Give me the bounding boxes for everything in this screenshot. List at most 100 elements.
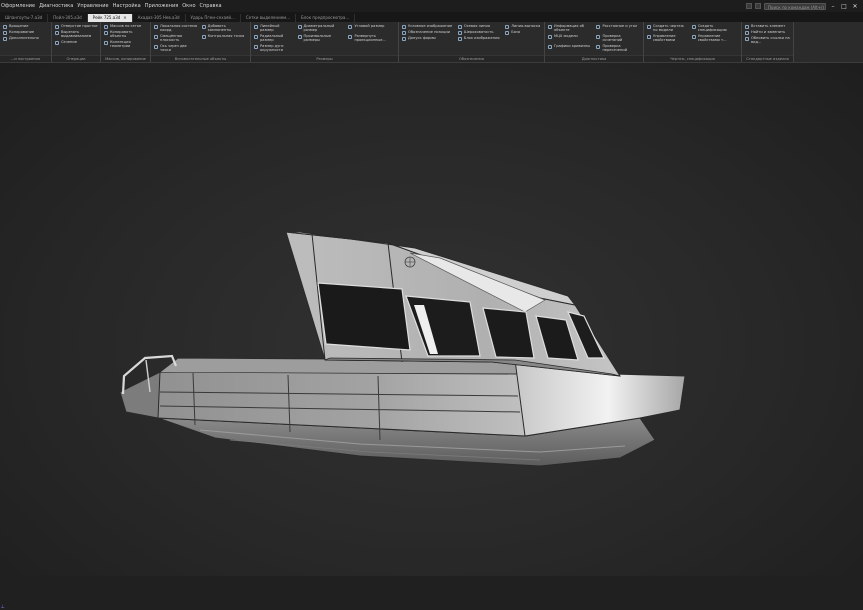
arc-icon — [254, 44, 258, 49]
rotation-button[interactable]: Вращение — [3, 24, 49, 29]
ribbon-group-standard-parts: Вставить элемент Найти и заменить Обнови… — [742, 22, 794, 62]
geometry-collection-button[interactable]: Коллекция геометрии — [104, 40, 148, 49]
more-icon — [3, 37, 7, 41]
diameter-dimension-button[interactable]: Диаметральный размер — [297, 24, 345, 33]
tab-document-1[interactable]: Шпангоуты-7.a3d — [0, 14, 49, 22]
menu-item-window[interactable]: Окно — [182, 3, 195, 9]
menu-item-applications[interactable]: Приложения — [145, 3, 179, 9]
ribbon-group-auxiliary: Локальная система коорд. Добавить компон… — [151, 22, 251, 62]
linear-dimension-icon — [254, 25, 258, 29]
boat-model[interactable] — [0, 63, 863, 576]
conditional-image-button[interactable]: Условное изображение — [402, 24, 454, 29]
create-drawing-button[interactable]: Создать чертеж по модели — [647, 24, 688, 33]
leader-icon — [505, 25, 510, 29]
close-tab-icon[interactable]: ✕ — [123, 14, 126, 22]
3d-viewport[interactable]: ⟂ — [0, 63, 863, 610]
check-intersections-button[interactable]: Проверка пересечений — [596, 44, 641, 53]
copy-button[interactable]: Копирование — [3, 30, 49, 35]
angular-dimension-button[interactable]: Угловой размер — [348, 24, 396, 33]
create-specification-button[interactable]: Создать спецификацию — [691, 24, 739, 33]
cabin-window — [317, 282, 411, 351]
check-joints-button[interactable]: Проверка сочетаний — [596, 34, 641, 43]
rotation-icon — [3, 25, 7, 29]
ribbon-group-drawing: Создать чертеж по модели Создать специфи… — [644, 22, 742, 62]
menu-item-diagnostics[interactable]: Диагностика — [39, 3, 73, 9]
form-tolerance-button[interactable]: Допуск формы — [402, 36, 454, 41]
roughness-button[interactable]: Шероховатость — [457, 30, 501, 35]
mass-properties-button[interactable]: МЦХ модели — [548, 34, 592, 43]
projection-dimensions-button[interactable]: Развернуть проекционные... — [348, 34, 396, 43]
center-line-button[interactable]: Осевая линия — [457, 24, 501, 29]
thread-icon — [402, 25, 406, 29]
axis-icon — [154, 44, 158, 49]
control-point-button[interactable]: Контрольная точка — [201, 34, 248, 43]
manage-properties-button[interactable]: Управление свойствами — [647, 34, 688, 43]
diameter-icon — [297, 25, 302, 29]
find-icon — [745, 31, 749, 35]
grid-icon — [104, 25, 108, 29]
menu-item-settings[interactable]: Настройка — [113, 3, 141, 9]
tab-document-2[interactable]: Пойл-305.a3d — [48, 14, 88, 22]
datum-button[interactable]: База — [505, 30, 542, 35]
info-icon — [548, 25, 552, 29]
maximize-icon[interactable]: □ — [840, 3, 848, 10]
add-components-button[interactable]: Добавить компоненты — [201, 24, 248, 33]
leader-line-button[interactable]: Линия-выноска — [505, 24, 542, 29]
command-search-input[interactable]: Поиск по командам (Alt+/) — [764, 2, 826, 10]
simple-hole-button[interactable]: Отверстие простое — [55, 24, 98, 29]
linear-dimension-button[interactable]: Линейный размер — [254, 24, 294, 33]
tab-document-active[interactable]: Рейк 725.a3d ✕ — [87, 14, 133, 22]
axis-two-points-button[interactable]: Ось через две точки — [154, 44, 198, 53]
tolerance-icon — [402, 37, 406, 41]
image-block-button[interactable]: Блок изображения — [457, 36, 501, 41]
check-icon — [596, 34, 601, 39]
curvature-graphs-button[interactable]: Графики кривизны — [548, 44, 592, 53]
object-info-button[interactable]: Информация об объекте — [548, 24, 592, 33]
ribbon-group-label: Вспомогательные объекты — [151, 55, 250, 62]
properties-icon — [691, 34, 696, 39]
distance-angle-button[interactable]: Расстояние и угол — [596, 24, 641, 33]
roughness-icon — [457, 31, 462, 35]
radial-dimension-button[interactable]: Радиальный размер — [254, 34, 294, 43]
tab-document-4[interactable]: Ахадаз-305 Нев.a3d — [133, 14, 186, 22]
copy-objects-button[interactable]: Копировать объекты — [104, 30, 148, 39]
curvature-icon — [548, 44, 552, 49]
ribbon-group-operations: Отверстие простое Вырезать выдавливанием… — [52, 22, 101, 62]
properties-icon — [647, 34, 651, 39]
panel-toggle-icon[interactable] — [746, 3, 752, 9]
tab-document-6[interactable]: Сетки выделением... — [241, 14, 296, 22]
insert-element-button[interactable]: Вставить элемент — [745, 24, 791, 29]
tab-document-5[interactable]: Ударь Пгмн-сехаяй... — [186, 14, 241, 22]
point-icon — [201, 34, 206, 39]
add-icon — [201, 25, 206, 29]
section-button[interactable]: Сечение — [55, 40, 98, 45]
menu-item-management[interactable]: Управление — [77, 3, 108, 9]
layout-icon[interactable] — [755, 3, 761, 9]
close-icon[interactable]: ✕ — [851, 3, 859, 10]
arc-dimension-button[interactable]: Размер дуги окружности — [254, 44, 294, 53]
minimize-icon[interactable]: – — [829, 3, 837, 10]
manage-properties-t-button[interactable]: Управление свойствами т... — [691, 34, 739, 43]
projection-icon — [348, 34, 353, 39]
block-icon — [457, 37, 462, 41]
copy-objects-icon — [104, 31, 108, 35]
tab-document-7[interactable]: Блок предпросмотра... — [296, 14, 356, 22]
transom — [119, 371, 161, 419]
position-mark-button[interactable]: Обозначение позиции — [402, 30, 454, 35]
arbitrary-dimensions-button[interactable]: Произвольные размеры — [297, 34, 345, 43]
local-cs-button[interactable]: Локальная система коорд. — [154, 24, 198, 33]
datum-icon — [505, 31, 510, 35]
offset-plane-button[interactable]: Смещённая плоскость — [154, 34, 198, 43]
collection-icon — [104, 40, 108, 45]
position-icon — [402, 31, 406, 35]
find-replace-button[interactable]: Найти и заменить — [745, 30, 791, 35]
ribbon-group-annotations: Условное изображение Осевая линия Линия-… — [399, 22, 545, 62]
menu-item-help[interactable]: Справка — [200, 3, 222, 9]
extrude-cut-button[interactable]: Вырезать выдавливанием — [55, 30, 98, 39]
spec-icon — [691, 25, 696, 29]
update-links-button[interactable]: Обновить ссылки на вид... — [745, 36, 791, 45]
grid-array-button[interactable]: Массив по сетке — [104, 24, 148, 29]
menu-item-formatting[interactable]: Оформление — [1, 3, 35, 9]
additional-button[interactable]: Дополнительно — [3, 36, 49, 41]
axes-icon — [154, 25, 158, 29]
